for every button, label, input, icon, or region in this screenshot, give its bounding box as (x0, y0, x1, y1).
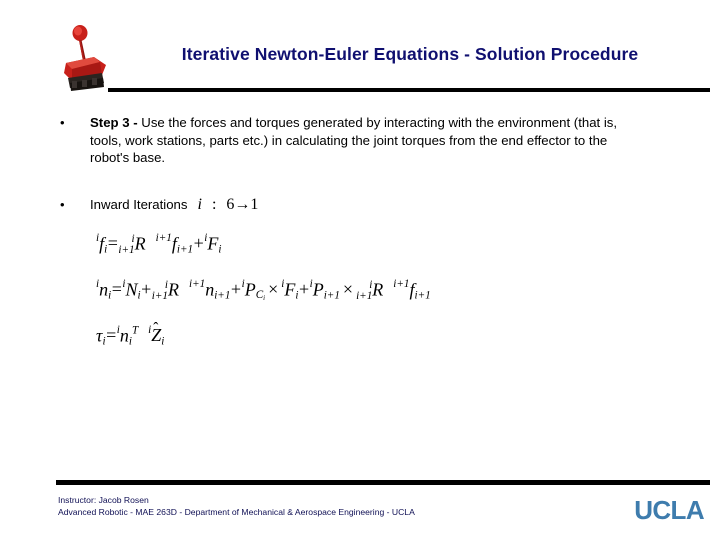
eq3-equals: = (106, 325, 117, 346)
eq1-F-symbol: F (207, 233, 219, 254)
eq2-f2-presup: i+1 (393, 278, 410, 290)
equation-joint-torque: τi=iniT i ˆ Zi (96, 320, 165, 348)
bullet-step3-text: Step 3 - Use the forces and torques gene… (90, 114, 650, 167)
eq1-plus: + (193, 233, 204, 254)
iteration-colon: : (211, 196, 217, 213)
eq2-times-2: × (342, 279, 354, 300)
footer-text: Instructor: Jacob Rosen Advanced Robotic… (58, 494, 415, 519)
iteration-index-var: i (197, 196, 202, 213)
eq2-f2-sub: i+1 (414, 289, 431, 302)
footer-divider (56, 480, 710, 485)
bullet-marker: • (60, 197, 65, 212)
eq3-z-hatbox: ˆZ (151, 320, 161, 346)
eq2-F-symbol: F (284, 279, 296, 300)
eq1-F-sub: i (218, 243, 222, 256)
equation-force-propagation: ifi= i i+1 Ri+1fi+1+iFi (96, 232, 222, 257)
eq3-z-sub: i (161, 335, 165, 348)
eq1-equals: = (107, 233, 118, 254)
inward-iterations-label: Inward Iterations (90, 197, 188, 212)
eq2-P-symbol: P (244, 279, 256, 300)
footer-instructor-line: Instructor: Jacob Rosen (58, 495, 149, 505)
slide-canvas: Iterative Newton-Euler Equations - Solut… (0, 0, 720, 540)
eq2-lhs-symbol: n (99, 279, 109, 300)
eq2-times-1: × (268, 279, 279, 300)
eq2-P2-symbol: P (312, 279, 324, 300)
eq3-n-symbol: n (119, 325, 129, 346)
eq2-r-symbol: R (167, 279, 179, 300)
red-robot-logo-icon (64, 25, 106, 91)
eq2-n2-symbol: n (205, 279, 215, 300)
eq3-n-sub: i (128, 335, 132, 348)
ucla-logo: UCLA (634, 495, 704, 525)
eq3-n-transpose-sup: T (131, 324, 139, 337)
eq2-plus-1: + (141, 279, 152, 300)
eq2-N-symbol: N (125, 279, 138, 300)
eq1-r-symbol: R (134, 233, 146, 254)
eq2-P-sub: Ci (256, 289, 265, 302)
eq2-n2-presup: i+1 (188, 278, 206, 290)
eq3-z-hat-icon: ˆ (153, 319, 159, 337)
iteration-arrow-icon: → (234, 196, 251, 213)
slide-title: Iterative Newton-Euler Equations - Solut… (181, 44, 639, 64)
header-divider (108, 88, 710, 92)
eq2-r2-symbol: R (372, 279, 384, 300)
eq2-n2-sub: i+1 (214, 289, 231, 302)
eq2-plus-2: + (230, 279, 242, 300)
iteration-range-to: 1 (250, 196, 259, 213)
eq1-f2-sub: i+1 (176, 243, 194, 256)
eq2-P2-sub: i+1 (323, 289, 340, 302)
eq2-equals: = (111, 279, 122, 300)
inward-iterations-line: Inward Iterations i:6→1 (90, 196, 258, 214)
eq2-plus-3: + (298, 279, 310, 300)
eq1-f2-presup: i+1 (155, 232, 172, 244)
bullet-step3-lead: Step 3 - (90, 115, 142, 130)
bullet-step3-body: Use the forces and torques generated by … (90, 115, 618, 166)
bullet-marker: • (60, 115, 65, 130)
footer-course-line: Advanced Robotic - MAE 263D - Department… (58, 507, 415, 518)
equation-moment-propagation: ini=iNi+ i i+1 Ri+1ni+1+iPCi × iFi+iPi+1 × i i+1… (96, 278, 431, 303)
